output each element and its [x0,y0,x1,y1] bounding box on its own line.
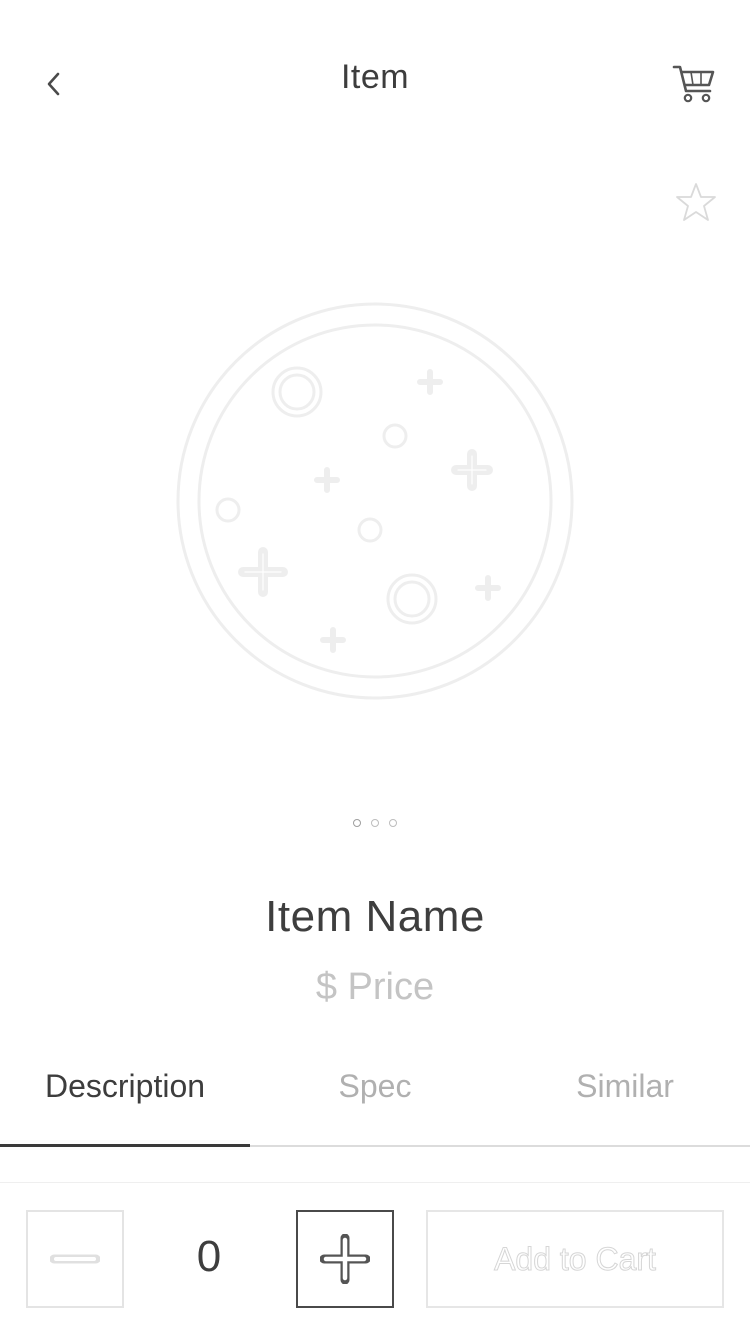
cart-button[interactable] [668,60,720,108]
product-image [170,296,580,706]
add-to-cart-button[interactable]: Add to Cart [426,1210,724,1308]
page-title: Item [340,58,410,96]
item-price: $ Price [315,966,435,1008]
minus-icon [50,1254,100,1264]
tab-bar: Description Spec Similar [0,1050,750,1148]
image-pager [340,814,410,832]
tab-similar[interactable]: Similar [500,1068,750,1105]
tab-description[interactable]: Description [0,1068,250,1105]
pager-dot[interactable] [371,819,379,827]
favorite-button[interactable] [672,178,720,226]
star-outline-icon [676,183,716,221]
tab-spec[interactable]: Spec [250,1068,500,1105]
quantity-value: 0 [196,1232,222,1281]
pager-dot[interactable] [389,819,397,827]
decrease-quantity-button[interactable] [26,1210,124,1308]
chevron-left-icon [47,72,60,96]
planet-placeholder-icon [176,302,574,700]
item-name: Item Name [265,892,485,941]
top-bar: Item [0,0,750,160]
increase-quantity-button[interactable] [296,1210,394,1308]
pager-dot[interactable] [353,819,361,827]
back-button[interactable] [30,60,78,108]
active-tab-indicator [0,1144,250,1147]
cart-icon [672,65,715,103]
bottom-divider [0,1182,750,1183]
plus-icon [320,1234,370,1284]
